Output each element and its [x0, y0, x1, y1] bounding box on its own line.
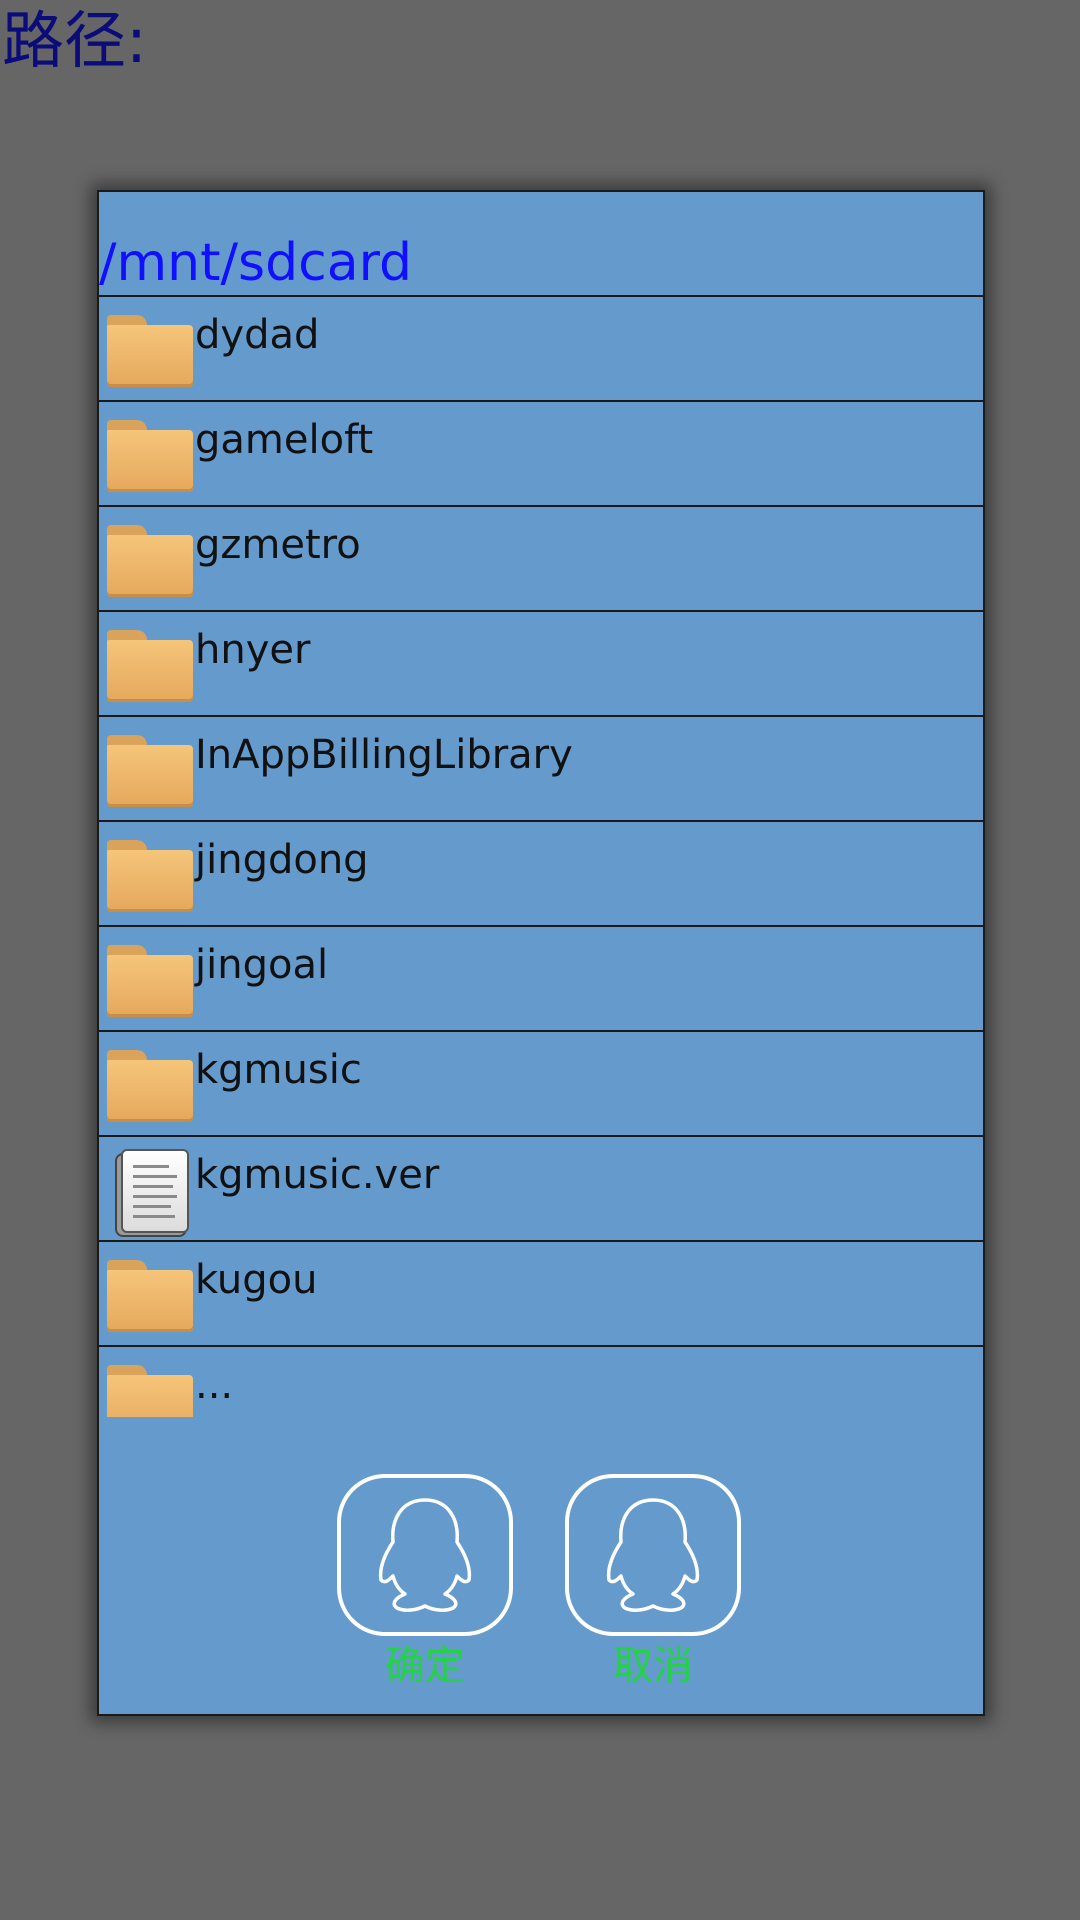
- dialog-buttons: 确定 取消: [99, 1472, 983, 1702]
- list-item-label: jingoal: [195, 942, 329, 988]
- folder-icon: [107, 420, 193, 492]
- list-item-jingdong[interactable]: jingdong: [99, 822, 983, 927]
- list-item-label: gameloft: [195, 417, 374, 463]
- folder-icon: [107, 735, 193, 807]
- list-item-dydad[interactable]: dydad: [99, 297, 983, 402]
- list-item-inappbillinglibrary[interactable]: InAppBillingLibrary: [99, 717, 983, 822]
- file-list[interactable]: duoku dydad gameloft gzmetro hnyer InApp: [99, 287, 983, 1417]
- folder-icon: [107, 1365, 193, 1417]
- folder-icon: [107, 630, 193, 702]
- list-item-label: gzmetro: [195, 522, 361, 568]
- cancel-label: 取消: [613, 1643, 693, 1689]
- list-item-label: ...: [195, 1362, 234, 1408]
- current-path: /mnt/sdcard: [99, 233, 413, 293]
- list-item-gzmetro[interactable]: gzmetro: [99, 507, 983, 612]
- document-icon: [107, 1147, 193, 1237]
- list-item-kugou[interactable]: kugou: [99, 1242, 983, 1347]
- list-item-kgmusic[interactable]: kgmusic: [99, 1032, 983, 1137]
- folder-icon: [107, 1260, 193, 1332]
- qq-penguin-icon: [337, 1474, 513, 1636]
- cancel-button[interactable]: 取消: [563, 1472, 743, 1692]
- folder-icon: [107, 1050, 193, 1122]
- file-chooser-dialog: /mnt/sdcard duoku dydad gameloft gzmetro: [97, 190, 985, 1716]
- folder-icon: [107, 315, 193, 387]
- folder-icon: [107, 525, 193, 597]
- list-item-partial[interactable]: ...: [99, 1347, 983, 1417]
- list-item-label: hnyer: [195, 627, 311, 673]
- folder-icon: [107, 840, 193, 912]
- list-item-label: kugou: [195, 1257, 318, 1303]
- list-item-gameloft[interactable]: gameloft: [99, 402, 983, 507]
- confirm-button[interactable]: 确定: [335, 1472, 515, 1692]
- list-item-label: kgmusic.ver: [195, 1152, 440, 1198]
- list-item-label: InAppBillingLibrary: [195, 732, 573, 778]
- list-item-label: kgmusic: [195, 1047, 362, 1093]
- list-item-hnyer[interactable]: hnyer: [99, 612, 983, 717]
- list-item-jingoal[interactable]: jingoal: [99, 927, 983, 1032]
- list-item-kgmusic-ver[interactable]: kgmusic.ver: [99, 1137, 983, 1242]
- path-label: 路径:: [2, 4, 147, 77]
- list-item-label: jingdong: [195, 837, 369, 883]
- qq-penguin-icon: [565, 1474, 741, 1636]
- folder-icon: [107, 945, 193, 1017]
- list-item-label: dydad: [195, 312, 320, 358]
- confirm-label: 确定: [385, 1643, 465, 1689]
